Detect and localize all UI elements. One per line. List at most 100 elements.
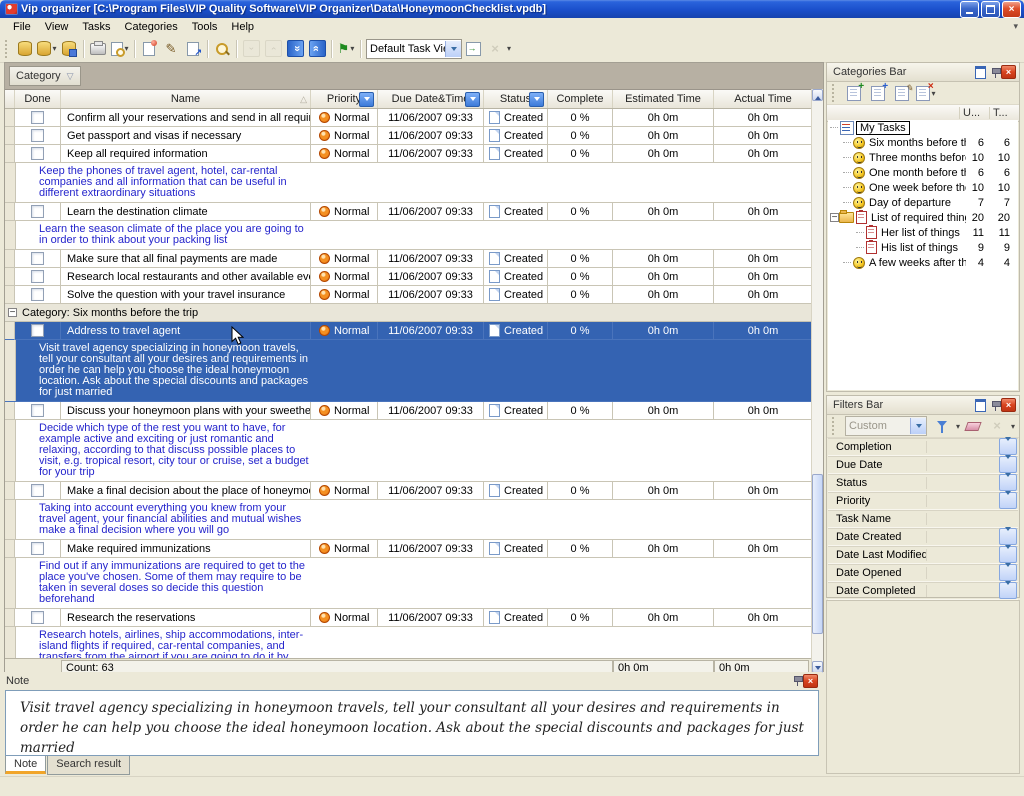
filter-row[interactable]: Date Completed xyxy=(828,582,1018,600)
filter-row[interactable]: Task Name xyxy=(828,510,1018,528)
task-checkbox[interactable] xyxy=(31,270,44,283)
column-header-priority[interactable]: Priority xyxy=(311,90,378,108)
grid-scrollbar[interactable] xyxy=(811,89,823,673)
task-checkbox[interactable] xyxy=(31,324,44,337)
status-filter-button[interactable] xyxy=(529,92,544,107)
dropdown-arrow-icon[interactable]: ▾ xyxy=(52,44,56,53)
task-row[interactable]: Solve the question with your travel insu… xyxy=(5,286,813,304)
category-item[interactable]: Day of departure77 xyxy=(828,195,1018,210)
task-checkbox[interactable] xyxy=(31,205,44,218)
task-row[interactable]: Learn the destination climateNormal11/06… xyxy=(5,203,813,221)
filter-row[interactable]: Completion xyxy=(828,438,1018,456)
category-item[interactable]: His list of things99 xyxy=(828,240,1018,255)
category-item[interactable]: Six months before the trip66 xyxy=(828,135,1018,150)
close-panel-button[interactable]: × xyxy=(803,674,818,688)
apply-view-button[interactable] xyxy=(462,38,484,59)
task-note[interactable]: Research hotels, airlines, ship accommod… xyxy=(5,627,813,658)
filter-row[interactable]: Status xyxy=(828,474,1018,492)
task-checkbox[interactable] xyxy=(31,252,44,265)
filter-row[interactable]: Date Opened xyxy=(828,564,1018,582)
scroll-up-icon[interactable] xyxy=(812,89,823,101)
category-item[interactable]: A few weeks after the trip44 xyxy=(828,255,1018,270)
menu-tools[interactable]: Tools xyxy=(185,20,225,34)
column-header-due[interactable]: Due Date&Time xyxy=(378,90,484,108)
menu-tasks[interactable]: Tasks xyxy=(75,20,117,34)
filter-dropdown-button[interactable] xyxy=(999,528,1017,545)
open-database-button[interactable] xyxy=(14,38,36,59)
clear-filter-button[interactable] xyxy=(962,416,984,437)
tab-search-result[interactable]: Search result xyxy=(47,756,130,775)
due-filter-button[interactable] xyxy=(465,92,480,107)
filter-dropdown-button[interactable] xyxy=(999,456,1017,473)
total-column-header[interactable]: T... xyxy=(989,107,1019,119)
task-note[interactable]: Learn the season climate of the place yo… xyxy=(5,221,813,250)
assign-task-button[interactable] xyxy=(182,38,204,59)
menu-help[interactable]: Help xyxy=(224,20,261,34)
edit-task-button[interactable]: ✎ xyxy=(160,38,182,59)
menu-file[interactable]: File xyxy=(6,20,38,34)
filter-dropdown-button[interactable] xyxy=(999,492,1017,509)
combo-arrow-icon[interactable] xyxy=(445,41,461,57)
pin-panel-button[interactable] xyxy=(989,399,1001,411)
group-by-category-button[interactable]: Category ▽ xyxy=(9,66,81,86)
task-checkbox[interactable] xyxy=(31,611,44,624)
scrollbar-thumb[interactable] xyxy=(812,474,823,634)
task-note[interactable]: Visit travel agency specializing in hone… xyxy=(5,340,813,402)
task-checkbox[interactable] xyxy=(31,111,44,124)
column-header-estimated[interactable]: Estimated Time xyxy=(613,90,714,108)
column-header-status[interactable]: Status xyxy=(484,90,548,108)
collapse-all-button[interactable]: » xyxy=(306,38,328,59)
task-note[interactable]: Find out if any immunizations are requir… xyxy=(5,558,813,609)
new-task-button[interactable] xyxy=(138,38,160,59)
column-header-name[interactable]: Name△ xyxy=(61,90,311,108)
note-text[interactable]: Visit travel agency specializing in hone… xyxy=(5,690,819,756)
task-row[interactable]: Get passport and visas if necessaryNorma… xyxy=(5,127,813,145)
filter-row[interactable]: Due Date xyxy=(828,456,1018,474)
toolbar-overflow-icon[interactable]: ▾ xyxy=(1013,21,1018,32)
tab-note[interactable]: Note xyxy=(5,756,46,774)
task-row[interactable]: Keep all required informationNormal11/06… xyxy=(5,145,813,163)
column-header-complete[interactable]: Complete xyxy=(548,90,613,108)
close-panel-button[interactable]: × xyxy=(1001,65,1016,79)
filter-row[interactable]: Priority xyxy=(828,492,1018,510)
dropdown-arrow-icon[interactable]: ▾ xyxy=(350,44,354,53)
backup-database-button[interactable]: ▾ xyxy=(36,38,58,59)
add-subcategory-button[interactable] xyxy=(867,83,889,104)
category-item[interactable]: My Tasks xyxy=(828,120,1018,135)
menu-view[interactable]: View xyxy=(38,20,76,34)
delete-category-button[interactable]: ▾ xyxy=(915,83,937,104)
print-button[interactable] xyxy=(87,38,109,59)
close-button[interactable]: × xyxy=(1002,1,1021,18)
category-item[interactable]: One month before the trip66 xyxy=(828,165,1018,180)
task-row[interactable]: Make sure that all final payments are ma… xyxy=(5,250,813,268)
float-panel-button[interactable] xyxy=(974,399,986,411)
edit-category-button[interactable] xyxy=(891,83,913,104)
category-item[interactable]: One week before the trip1010 xyxy=(828,180,1018,195)
restore-button[interactable] xyxy=(981,1,1000,18)
category-item[interactable]: Her list of things1111 xyxy=(828,225,1018,240)
category-item[interactable]: Three months before the trip1010 xyxy=(828,150,1018,165)
save-database-button[interactable] xyxy=(58,38,80,59)
task-checkbox[interactable] xyxy=(31,147,44,160)
task-checkbox[interactable] xyxy=(31,129,44,142)
filter-dropdown-button[interactable] xyxy=(999,474,1017,491)
filter-dropdown-button[interactable] xyxy=(999,564,1017,581)
filter-dropdown-button[interactable] xyxy=(999,438,1017,455)
reminder-button[interactable]: ⚑▾ xyxy=(335,38,357,59)
column-header-actual[interactable]: Actual Time xyxy=(714,90,813,108)
print-preview-button[interactable]: ▾ xyxy=(109,38,131,59)
filter-dropdown-button[interactable] xyxy=(999,582,1017,599)
filter-dropdown-button[interactable] xyxy=(999,546,1017,563)
task-note[interactable]: Taking into account everything you knew … xyxy=(5,500,813,540)
pin-panel-button[interactable] xyxy=(989,66,1001,78)
combo-arrow-icon[interactable] xyxy=(910,418,926,434)
task-note[interactable]: Decide which type of the rest you want t… xyxy=(5,420,813,482)
task-checkbox[interactable] xyxy=(31,404,44,417)
add-category-button[interactable] xyxy=(843,83,865,104)
filter-row[interactable]: Date Last Modified xyxy=(828,546,1018,564)
column-header-done[interactable]: Done xyxy=(15,90,61,108)
task-checkbox[interactable] xyxy=(31,484,44,497)
task-checkbox[interactable] xyxy=(31,288,44,301)
priority-filter-button[interactable] xyxy=(359,92,374,107)
task-note[interactable]: Keep the phones of travel agent, hotel, … xyxy=(5,163,813,203)
